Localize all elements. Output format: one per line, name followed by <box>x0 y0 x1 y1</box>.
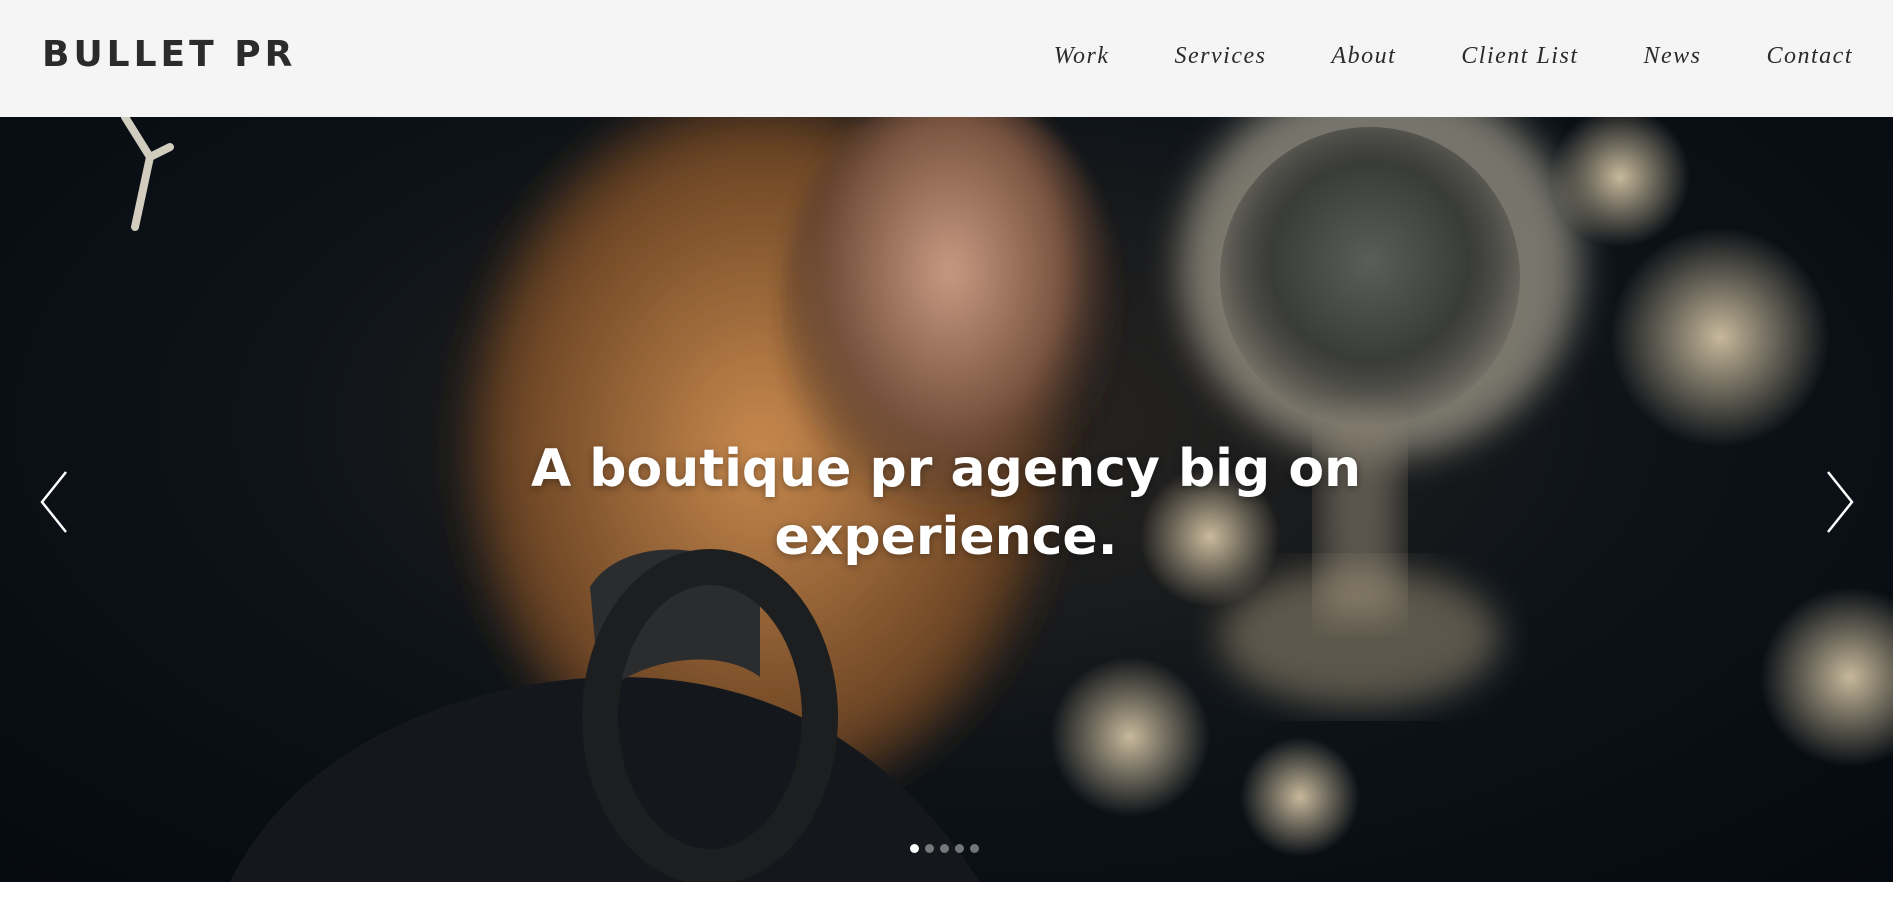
main-nav: Work Services About Client List News Con… <box>989 38 1853 74</box>
hero-headline-line1: A boutique pr agency big on <box>530 439 1362 499</box>
hero-headline: A boutique pr agency big on experience. <box>446 435 1446 571</box>
slide-dot-1[interactable] <box>910 844 919 853</box>
nav-item-about[interactable]: About <box>1331 43 1396 70</box>
nav-item-news[interactable]: News <box>1643 43 1701 70</box>
nav-item-contact[interactable]: Contact <box>1767 43 1854 70</box>
nav-item-work[interactable]: Work <box>1054 43 1110 70</box>
slide-dot-2[interactable] <box>925 844 934 853</box>
slide-dot-5[interactable] <box>970 844 979 853</box>
slide-dot-4[interactable] <box>955 844 964 853</box>
logo[interactable]: BULLET PR <box>42 33 296 77</box>
slide-dot-3[interactable] <box>940 844 949 853</box>
page-below-hero <box>0 882 1893 906</box>
nav-item-client-list[interactable]: Client List <box>1461 43 1578 70</box>
chevron-right-icon[interactable] <box>1818 467 1858 537</box>
hero-slideshow: A boutique pr agency big on experience. <box>0 117 1893 882</box>
nav-item-services[interactable]: Services <box>1175 43 1267 70</box>
hero-headline-line2: experience. <box>774 507 1118 567</box>
site-header: BULLET PR Work Services About Client Lis… <box>0 0 1893 117</box>
slide-indicators <box>910 844 979 853</box>
chevron-left-icon[interactable] <box>36 467 76 537</box>
